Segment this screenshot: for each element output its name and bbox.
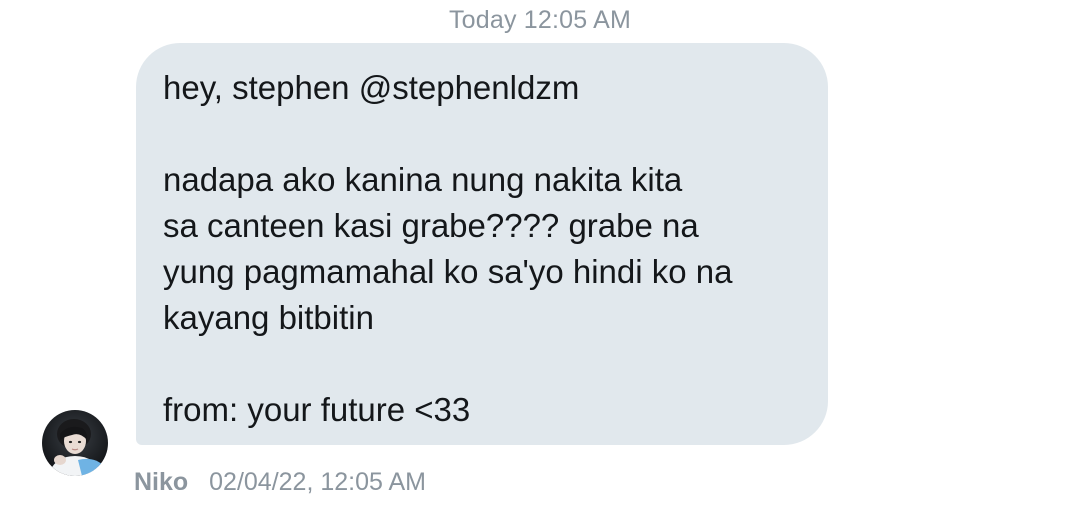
message-line: yung pagmamahal ko sa'yo hindi ko na xyxy=(163,253,733,290)
message-line: from: your future <33 xyxy=(163,391,471,428)
message-line xyxy=(163,341,801,387)
message-timestamp: 02/04/22, 12:05 AM xyxy=(209,468,426,496)
message-meta: Niko 02/04/22, 12:05 AM xyxy=(134,468,426,497)
day-timestamp: Today 12:05 AM xyxy=(448,6,632,34)
message-line: nadapa ako kanina nung nakita kita xyxy=(163,161,683,198)
message-line: kayang bitbitin xyxy=(163,299,374,336)
avatar-photo xyxy=(42,410,108,476)
message-line xyxy=(163,111,801,157)
message-line: hey, stephen @stephenldzm xyxy=(163,69,580,106)
dm-conversation: Today 12:05 AM hey, stephen @stephenldzm… xyxy=(0,0,1080,525)
message-line: sa canteen kasi grabe???? grabe na xyxy=(163,207,699,244)
message-bubble[interactable]: hey, stephen @stephenldzm nadapa ako kan… xyxy=(136,43,828,445)
avatar[interactable] xyxy=(42,410,108,476)
sender-name[interactable]: Niko xyxy=(134,468,188,496)
